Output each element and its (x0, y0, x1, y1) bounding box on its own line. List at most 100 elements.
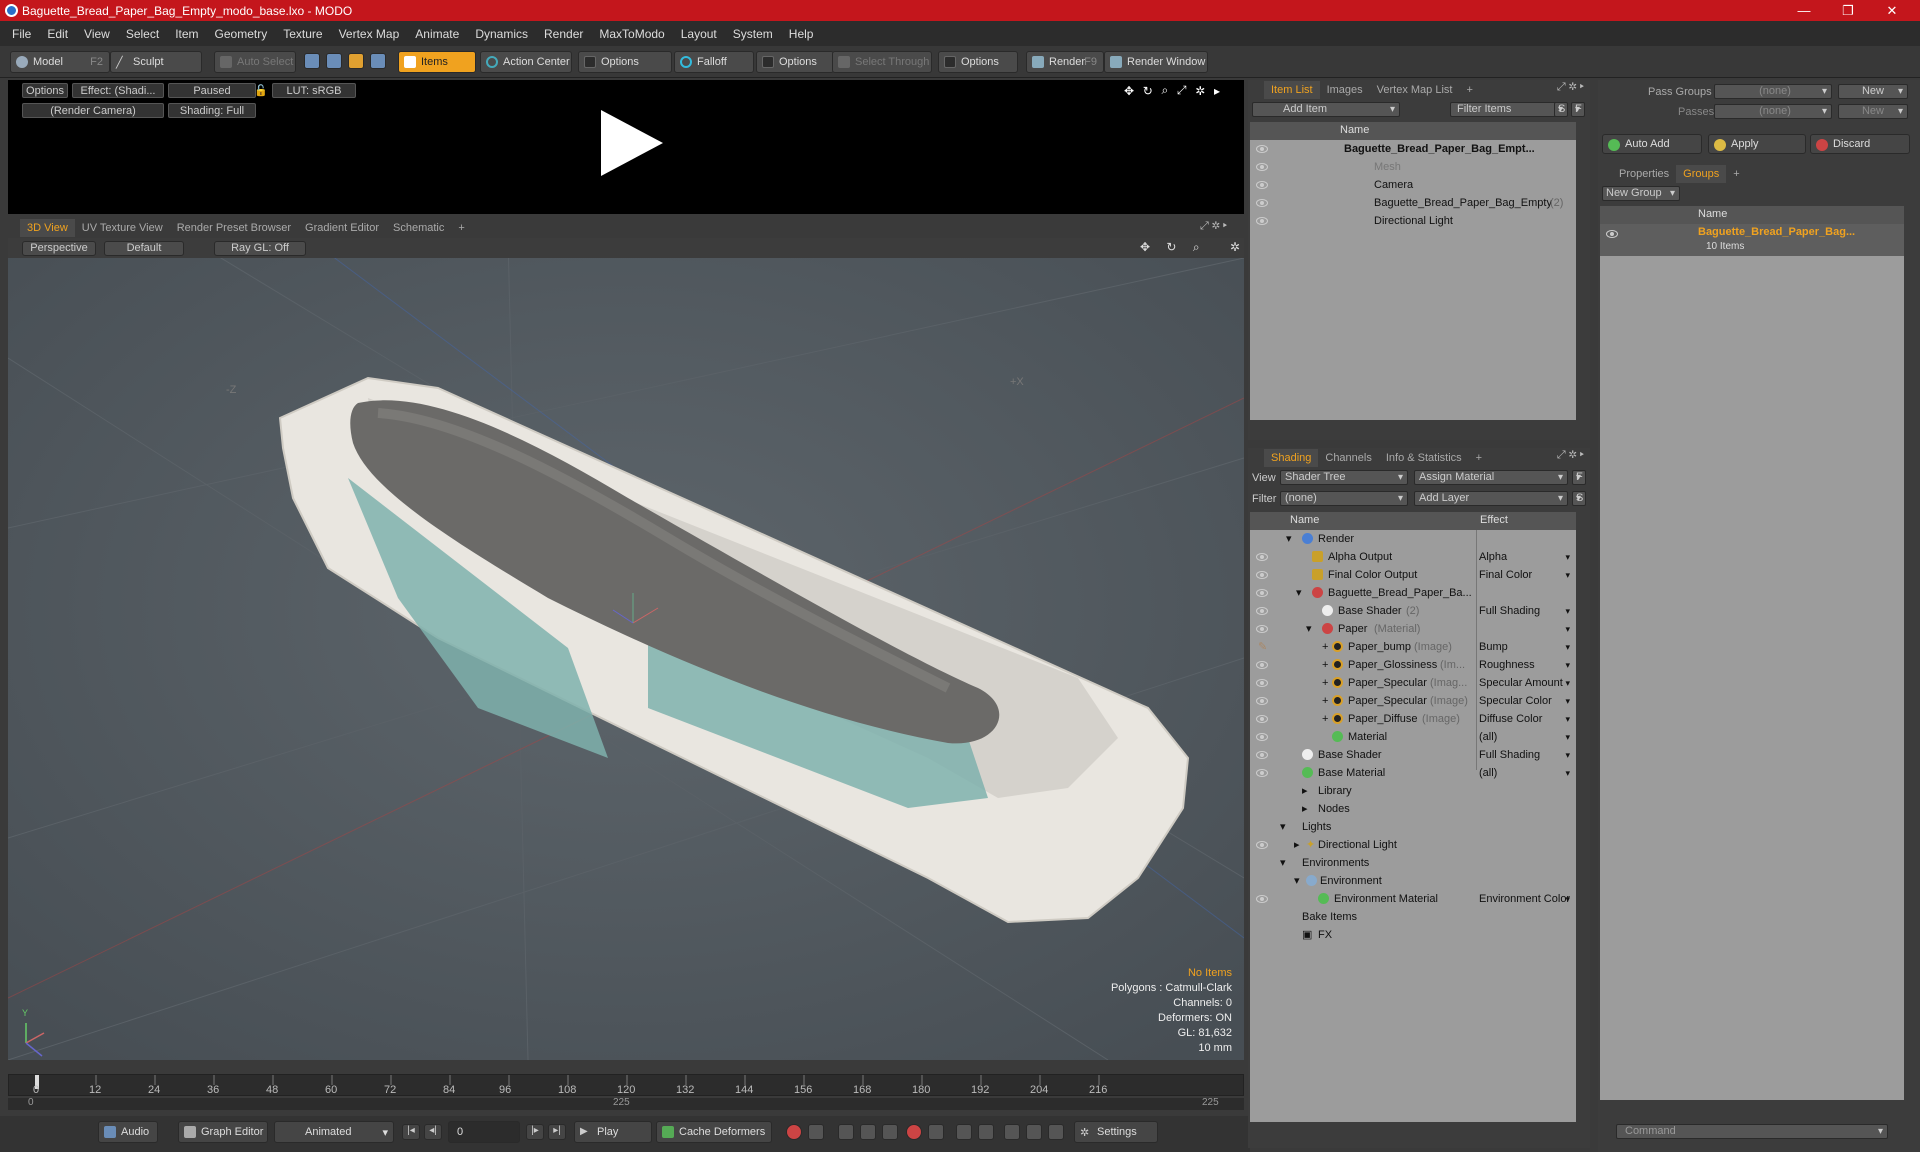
preview-options-button[interactable]: Options (22, 83, 68, 98)
items-mode-button[interactable]: Items (398, 51, 476, 73)
auto-select-button[interactable]: Auto Select (214, 51, 296, 73)
shader-row[interactable]: ▾ Environments (1250, 854, 1576, 872)
shader-row[interactable]: Material (all) ▾ (1250, 728, 1576, 746)
expand-plus-icon[interactable]: + (1322, 710, 1328, 728)
tab-groups[interactable]: Groups (1676, 165, 1727, 183)
current-frame-field[interactable]: 0 (448, 1121, 520, 1143)
tab-vertex-map-list[interactable]: Vertex Map List (1370, 81, 1460, 99)
vertices-mode-icon[interactable] (304, 53, 320, 69)
shader-row-render[interactable]: ▾ Render (1250, 530, 1576, 548)
menu-vertex-map[interactable]: Vertex Map (331, 27, 408, 41)
visibility-eye-icon[interactable] (1256, 697, 1268, 705)
default-shading-dropdown[interactable]: Default (104, 241, 184, 256)
shader-row[interactable]: ▾ Paper (Material) ▾ (1250, 620, 1576, 638)
cache-deformers-button[interactable]: Cache Deformers (656, 1121, 772, 1143)
chevron-down-icon[interactable]: ▾ (1565, 746, 1570, 764)
maximize-icon[interactable]: ⤢ (1177, 83, 1187, 98)
visibility-eye-icon[interactable] (1256, 199, 1268, 207)
visibility-eye-icon[interactable] (1256, 895, 1268, 903)
new-pass-group-button[interactable]: New (1838, 84, 1908, 99)
filter-items-field[interactable]: Filter Items (1450, 102, 1566, 117)
lut-dropdown[interactable]: LUT: sRGB (272, 83, 356, 98)
visibility-eye-icon[interactable] (1256, 607, 1268, 615)
visibility-eye-icon[interactable] (1256, 571, 1268, 579)
chevron-down-icon[interactable]: ▾ (1565, 602, 1570, 620)
menu-render[interactable]: Render (536, 27, 591, 41)
expand-arrow-icon[interactable]: ▾ (1294, 872, 1300, 890)
menu-view[interactable]: View (76, 27, 118, 41)
item-list-panel-icons[interactable]: ⤢ ✲ ▸ (1557, 81, 1584, 94)
zoom-icon[interactable]: ⌕ (1193, 240, 1200, 255)
step-back-icon[interactable]: ◂| (424, 1124, 442, 1140)
timeline[interactable]: 0 12 24 36 48 60 72 84 96 108 120 132 14… (8, 1062, 1244, 1114)
3d-viewport[interactable]: Perspective Default Ray GL: Off ✥ ↻ ⌕ ✲ -Z … (8, 238, 1244, 1060)
menu-layout[interactable]: Layout (673, 27, 725, 41)
shading-dropdown[interactable]: Shading: Full (168, 103, 256, 118)
chevron-down-icon[interactable]: ▾ (1565, 548, 1570, 566)
expand-plus-icon[interactable]: + (1322, 656, 1328, 674)
rotate-icon[interactable]: ↻ (1143, 84, 1153, 98)
add-tab-button[interactable]: + (1469, 449, 1489, 467)
record-keyframe-icon[interactable] (786, 1124, 802, 1140)
tab-item-list[interactable]: Item List (1264, 81, 1320, 99)
visibility-eye-icon[interactable] (1606, 230, 1618, 238)
discard-button[interactable]: Discard (1810, 134, 1910, 154)
command-input[interactable]: Command (1616, 1124, 1888, 1139)
menu-help[interactable]: Help (781, 27, 822, 41)
tab-schematic[interactable]: Schematic (386, 219, 451, 237)
pass-groups-dropdown[interactable]: (none) (1714, 84, 1832, 99)
render-camera-dropdown[interactable]: (Render Camera) (22, 103, 164, 118)
step-forward-icon[interactable]: |▸ (526, 1124, 544, 1140)
new-group-button[interactable]: New Group (1602, 186, 1680, 201)
expand-plus-icon[interactable]: + (1322, 638, 1328, 656)
chevron-down-icon[interactable]: ▾ (1565, 566, 1570, 584)
visibility-eye-icon[interactable] (1256, 661, 1268, 669)
shader-row[interactable]: + Paper_Specular (Imag... Specular Amount ▾ (1250, 674, 1576, 692)
visibility-eye-icon[interactable] (1256, 625, 1268, 633)
render-window-button[interactable]: Render Window (1104, 51, 1208, 73)
add-tab-button[interactable]: + (1459, 81, 1479, 99)
shader-row[interactable]: Alpha Output Alpha ▾ (1250, 548, 1576, 566)
viewport-nav-icons[interactable]: ✥ ↻ ⌕ ✲ (1140, 240, 1240, 255)
expand-arrow-icon[interactable]: ▾ (1280, 818, 1286, 836)
play-preview-icon[interactable] (601, 110, 663, 176)
filter-toggle-f[interactable]: F (1571, 102, 1585, 117)
tab-info-statistics[interactable]: Info & Statistics (1379, 449, 1469, 467)
menu-animate[interactable]: Animate (407, 27, 467, 41)
last-key-icon[interactable] (978, 1124, 994, 1140)
shader-row[interactable]: + Paper_Glossiness (Im... Roughness ▾ (1250, 656, 1576, 674)
shader-row[interactable]: ▾ Baguette_Bread_Paper_Ba... (1250, 584, 1576, 602)
visibility-eye-icon[interactable] (1256, 217, 1268, 225)
visibility-eye-icon[interactable] (1256, 715, 1268, 723)
visibility-eye-icon[interactable] (1256, 733, 1268, 741)
snap-icon[interactable] (1048, 1124, 1064, 1140)
expand-arrow-icon[interactable]: ▸ (1294, 836, 1300, 854)
search-toggle-s[interactable]: S (1572, 491, 1586, 506)
prev-key-icon[interactable] (838, 1124, 854, 1140)
shader-row[interactable]: ▸ ✦ Directional Light (1250, 836, 1576, 854)
chevron-down-icon[interactable]: ▾ (1565, 656, 1570, 674)
chevron-down-icon[interactable]: ▾ (1565, 692, 1570, 710)
apply-button[interactable]: Apply (1708, 134, 1806, 154)
expand-plus-icon[interactable]: + (1322, 692, 1328, 710)
go-to-start-icon[interactable]: |◂ (402, 1124, 420, 1140)
action-center-options-button[interactable]: Options (578, 51, 672, 73)
shader-row[interactable]: ▣ FX (1250, 926, 1576, 944)
shader-row[interactable]: + Paper_Specular (Image) Specular Color ▾ (1250, 692, 1576, 710)
tab-render-preset-browser[interactable]: Render Preset Browser (170, 219, 298, 237)
visibility-eye-icon[interactable] (1256, 679, 1268, 687)
new-pass-button[interactable]: New (1838, 104, 1908, 119)
materials-mode-icon[interactable] (370, 53, 386, 69)
settings-button[interactable]: ✲ Settings (1074, 1121, 1158, 1143)
passes-dropdown[interactable]: (none) (1714, 104, 1832, 119)
delete-key-icon[interactable] (928, 1124, 944, 1140)
assign-material-dropdown[interactable]: Assign Material (1414, 470, 1568, 485)
expand-arrow-icon[interactable]: ▾ (1296, 584, 1302, 602)
tab-properties[interactable]: Properties (1612, 165, 1676, 183)
list-item[interactable]: Baguette_Bread_Paper_Bag_Empty (2) (1250, 194, 1576, 212)
key-icon[interactable] (860, 1124, 876, 1140)
shader-row[interactable]: Bake Items (1250, 908, 1576, 926)
lock-icon[interactable]: 🔓 (254, 83, 268, 98)
timeline-range-bar[interactable]: 0 225 225 (8, 1097, 1244, 1110)
falloff-options-button[interactable]: Options (756, 51, 834, 73)
